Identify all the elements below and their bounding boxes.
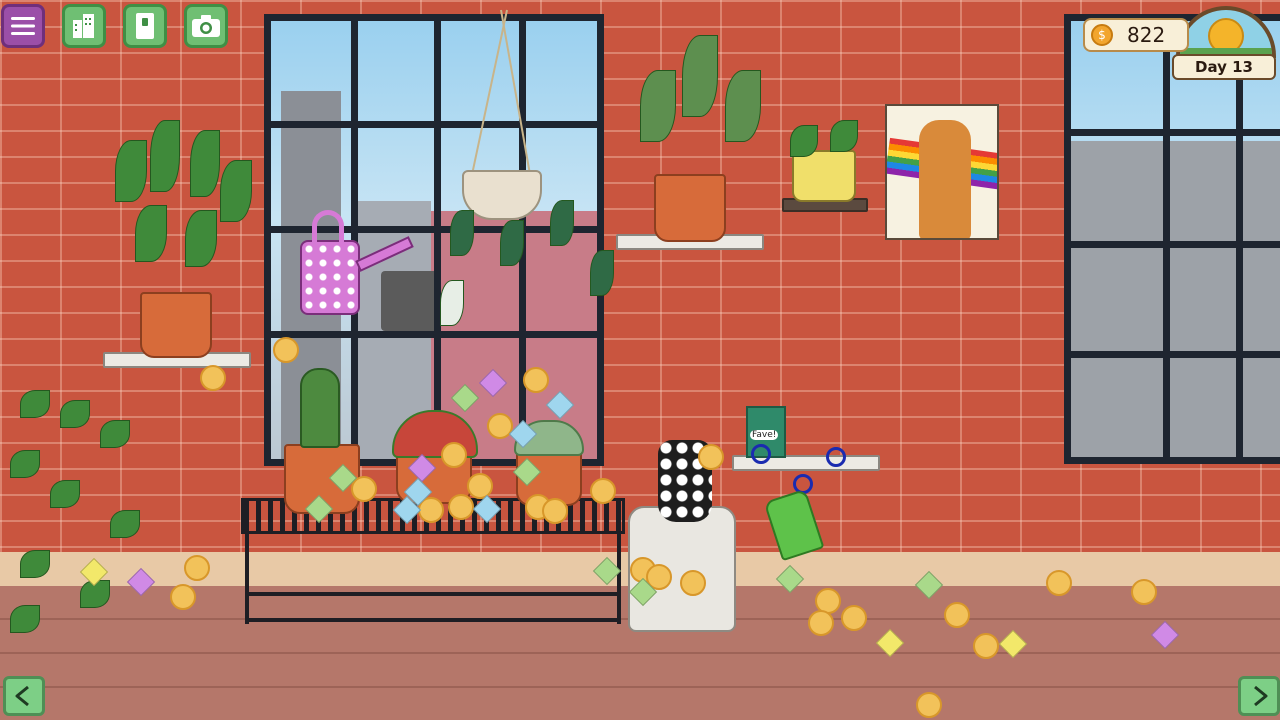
- journal-button[interactable]: [123, 4, 167, 48]
- buildings-button[interactable]: [62, 4, 106, 48]
- coin-pickup[interactable]: [1046, 570, 1072, 596]
- rainbow-cat-poster[interactable]: [885, 104, 999, 240]
- coin-pickup[interactable]: [200, 365, 226, 391]
- prev-room-button[interactable]: [3, 676, 45, 716]
- coin-pickup[interactable]: [1131, 579, 1157, 605]
- coin-pickup[interactable]: [184, 555, 210, 581]
- coin-pickup[interactable]: [698, 444, 724, 470]
- watering-can[interactable]: [280, 210, 414, 320]
- dieffenbachia-pot[interactable]: [654, 174, 726, 242]
- coin-pickup[interactable]: [973, 633, 999, 659]
- placement-ring[interactable]: [826, 447, 846, 467]
- coin-count: 822: [1127, 23, 1166, 47]
- hanging-plant[interactable]: [430, 9, 640, 330]
- coin-pickup[interactable]: [448, 494, 474, 520]
- coin-icon: $: [1091, 24, 1113, 46]
- arrow-right-icon: [1254, 685, 1268, 707]
- camera-icon: [192, 15, 220, 37]
- buildings-icon: [73, 14, 94, 38]
- journal-icon: [136, 13, 154, 39]
- zz-plant-pot[interactable]: [140, 292, 212, 358]
- coin-pickup[interactable]: [170, 584, 196, 610]
- day-label: Day 13: [1172, 54, 1276, 80]
- coin-pickup[interactable]: [542, 498, 568, 524]
- coin-pickup[interactable]: [441, 442, 467, 468]
- coin-pickup[interactable]: [590, 478, 616, 504]
- coin-pickup[interactable]: [916, 692, 942, 718]
- coin-pickup[interactable]: [273, 337, 299, 363]
- coin-counter: $ 822: [1083, 18, 1189, 52]
- pothos-plant[interactable]: [0, 380, 160, 640]
- zz-plant[interactable]: [95, 110, 265, 295]
- cactus[interactable]: [300, 368, 340, 448]
- coin-pickup[interactable]: [467, 473, 493, 499]
- placement-ring[interactable]: [751, 444, 771, 464]
- coin-pickup[interactable]: [841, 605, 867, 631]
- camera-button[interactable]: [184, 4, 228, 48]
- coin-pickup[interactable]: [680, 570, 706, 596]
- seed-packet-label: Fave!: [750, 430, 779, 440]
- next-room-button[interactable]: [1238, 676, 1280, 716]
- arrow-left-icon: [15, 685, 29, 707]
- coin-pickup[interactable]: [808, 610, 834, 636]
- hamburger-icon: [11, 17, 35, 35]
- coin-pickup[interactable]: [523, 367, 549, 393]
- right-window: [1064, 14, 1280, 464]
- rainbow-pot-plant[interactable]: [780, 120, 870, 202]
- coin-pickup[interactable]: [944, 602, 970, 628]
- menu-button[interactable]: [1, 4, 45, 48]
- dieffenbachia-plant[interactable]: [620, 30, 780, 180]
